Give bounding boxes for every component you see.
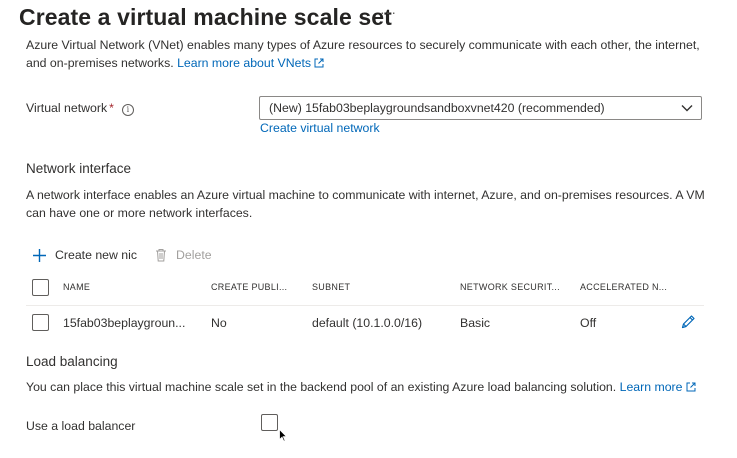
create-new-nic-label: Create new nic: [55, 248, 138, 262]
learn-more-vnets-link[interactable]: Learn more about VNets: [177, 56, 324, 70]
load-balancing-description-text: You can place this virtual machine scale…: [26, 380, 617, 394]
column-header-create-public[interactable]: CREATE PUBLI...: [211, 282, 287, 292]
required-asterisk: *: [109, 101, 114, 115]
load-balancing-learn-more-link[interactable]: Learn more: [620, 380, 696, 394]
column-header-accelerated[interactable]: ACCELERATED N...: [580, 282, 667, 292]
create-public-cell: No: [211, 316, 227, 330]
chevron-down-icon: [681, 105, 693, 112]
title-bar: Create a virtual machine scale set ···: [0, 0, 737, 38]
create-virtual-network-link[interactable]: Create virtual network: [260, 121, 380, 135]
more-icon[interactable]: ···: [380, 4, 397, 20]
load-balancing-learn-more-text[interactable]: Learn more: [620, 380, 683, 394]
page-title: Create a virtual machine scale set: [19, 4, 392, 30]
network-security-cell: Basic: [460, 316, 491, 330]
learn-more-vnets-text[interactable]: Learn more about VNets: [177, 56, 311, 70]
trash-icon: [156, 249, 167, 262]
main-content[interactable]: Azure Virtual Network (VNet) enables man…: [0, 38, 737, 458]
network-interface-description: A network interface enables an Azure vir…: [26, 188, 705, 220]
virtual-network-dropdown[interactable]: (New) 15fab03beplaygroundsandboxvnet420 …: [259, 96, 702, 120]
delete-nic-label: Delete: [176, 248, 212, 262]
column-header-subnet[interactable]: SUBNET: [312, 282, 350, 292]
table-row[interactable]: 15fab03beplaygroun... No default (10.1.0…: [26, 305, 704, 339]
nic-table-header: NAME CREATE PUBLI... SUBNET NETWORK SECU…: [26, 275, 704, 305]
external-link-icon: [686, 382, 695, 392]
nic-toolbar: Create new nic Delete: [32, 245, 212, 265]
pencil-icon[interactable]: [680, 314, 696, 330]
vnet-intro-line1: Azure Virtual Network (VNet) enables man…: [26, 38, 700, 52]
use-load-balancer-checkbox[interactable]: [261, 414, 278, 431]
mouse-cursor-icon: [279, 429, 287, 442]
vnet-intro-line2: and on-premises networks.: [26, 56, 174, 70]
nic-table: NAME CREATE PUBLI... SUBNET NETWORK SECU…: [26, 275, 704, 339]
use-load-balancer-label: Use a load balancer: [26, 419, 136, 433]
virtual-network-selected-value: (New) 15fab03beplaygroundsandboxvnet420 …: [269, 101, 605, 115]
vnet-intro: Azure Virtual Network (VNet) enables man…: [26, 38, 716, 72]
load-balancing-description: You can place this virtual machine scale…: [26, 380, 696, 394]
info-icon[interactable]: i: [121, 104, 134, 116]
column-header-name[interactable]: NAME: [63, 282, 90, 292]
accelerated-cell: Off: [580, 316, 597, 330]
load-balancing-heading: Load balancing: [26, 354, 118, 369]
network-interface-heading: Network interface: [26, 161, 132, 176]
external-link-icon: [314, 58, 324, 68]
plus-icon: [33, 248, 46, 262]
virtual-network-label-text: Virtual network: [26, 101, 108, 115]
virtual-network-label: Virtual network * i: [26, 101, 134, 116]
subnet-cell: default (10.1.0.0/16): [312, 316, 423, 330]
delete-nic-button[interactable]: Delete: [155, 248, 212, 262]
row-checkbox[interactable]: [32, 314, 49, 331]
select-all-checkbox[interactable]: [32, 279, 49, 296]
create-new-nic-button[interactable]: Create new nic: [32, 248, 137, 263]
column-header-network-security[interactable]: NETWORK SECURIT...: [460, 282, 560, 292]
nic-name-cell: 15fab03beplaygroun...: [63, 316, 186, 330]
